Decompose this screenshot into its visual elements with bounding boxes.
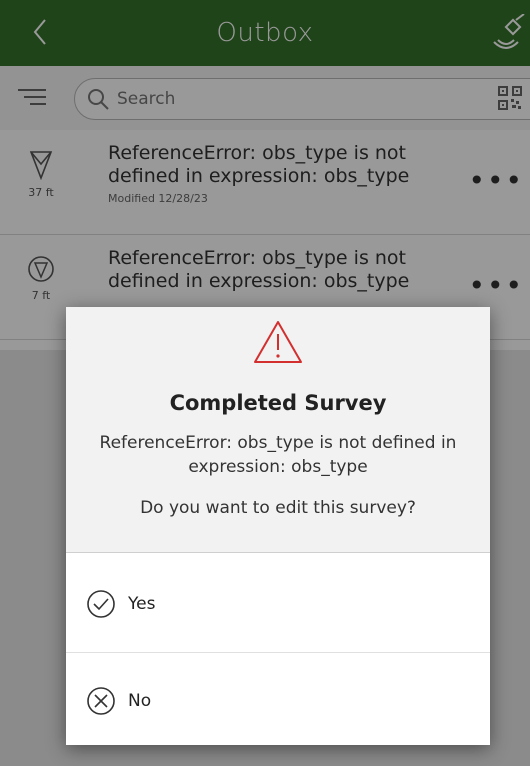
check-circle-icon (87, 590, 115, 618)
warning-triangle-icon (254, 321, 302, 363)
dialog-content: Completed Survey ReferenceError: obs_typ… (66, 307, 490, 553)
completed-survey-dialog: Completed Survey ReferenceError: obs_typ… (66, 307, 490, 745)
dialog-title: Completed Survey (169, 391, 387, 415)
close-circle-icon (87, 687, 115, 715)
dialog-question: Do you want to edit this survey? (140, 498, 416, 518)
yes-button[interactable]: Yes (66, 556, 490, 653)
no-button[interactable]: No (66, 653, 490, 749)
dialog-message: ReferenceError: obs_type is not defined … (99, 433, 457, 477)
yes-label: Yes (128, 594, 156, 614)
no-label: No (128, 691, 152, 711)
